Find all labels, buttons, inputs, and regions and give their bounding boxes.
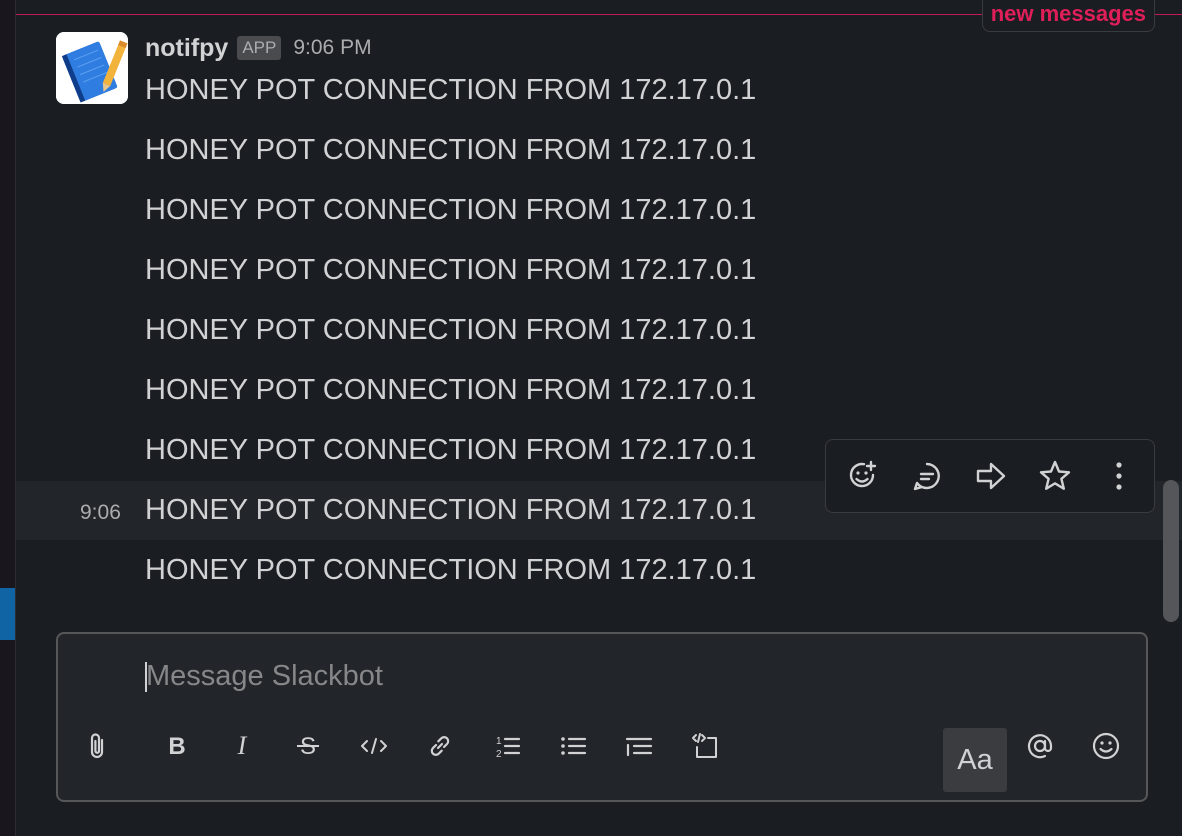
code-icon — [361, 738, 387, 754]
message-line: HONEY POT CONNECTION FROM 172.17.0.1 — [145, 134, 757, 166]
emoji-icon — [1092, 732, 1120, 760]
code-block-icon — [692, 733, 717, 758]
share-message-icon — [976, 462, 1006, 490]
scrollbar-thumb[interactable] — [1163, 480, 1179, 622]
message-line: HONEY POT CONNECTION FROM 172.17.0.1 — [145, 374, 757, 406]
svg-text:B: B — [168, 733, 185, 760]
message-line: HONEY POT CONNECTION FROM 172.17.0.1 — [145, 494, 757, 526]
more-actions-icon — [1116, 462, 1122, 490]
ordered-list-button[interactable]: 1 2 — [487, 726, 527, 766]
app-avatar[interactable] — [56, 32, 128, 104]
bulleted-list-icon — [561, 737, 587, 755]
sender-name[interactable]: notifpy — [145, 34, 228, 63]
bold-button[interactable]: B — [157, 726, 197, 766]
sidebar-edge — [0, 0, 16, 836]
message-line: HONEY POT CONNECTION FROM 172.17.0.1 — [145, 434, 757, 466]
share-message-button[interactable] — [968, 453, 1014, 499]
message-line: HONEY POT CONNECTION FROM 172.17.0.1 — [145, 314, 757, 346]
message-line: HONEY POT CONNECTION FROM 172.17.0.1 — [145, 194, 757, 226]
svg-text:1: 1 — [496, 736, 502, 747]
emoji-button[interactable] — [1086, 726, 1126, 766]
link-icon — [430, 736, 450, 756]
more-actions-button[interactable] — [1096, 453, 1142, 499]
reply-in-thread-button[interactable] — [904, 453, 950, 499]
bold-icon: B — [168, 733, 185, 760]
link-button[interactable] — [420, 726, 460, 766]
code-button[interactable] — [354, 726, 394, 766]
message-line: HONEY POT CONNECTION FROM 172.17.0.1 — [145, 74, 757, 106]
add-reaction-icon — [849, 460, 877, 488]
reply-in-thread-icon — [913, 462, 940, 491]
add-reaction-button[interactable] — [840, 453, 886, 499]
new-messages-label[interactable]: new messages — [981, 0, 1155, 32]
message-line: HONEY POT CONNECTION FROM 172.17.0.1 — [145, 554, 757, 586]
strikethrough-button[interactable]: S — [288, 726, 328, 766]
formatting-toggle-button[interactable]: Aa — [943, 728, 1007, 792]
hover-timestamp[interactable]: 9:06 — [80, 501, 121, 525]
mention-icon — [1027, 734, 1053, 759]
italic-icon: I — [237, 731, 248, 760]
message-line: HONEY POT CONNECTION FROM 172.17.0.1 — [145, 254, 757, 286]
attach-button[interactable] — [78, 726, 118, 766]
save-star-icon — [1039, 460, 1071, 490]
paperclip-icon — [90, 733, 104, 759]
italic-button[interactable]: I — [222, 726, 262, 766]
svg-text:2: 2 — [496, 749, 502, 760]
strikethrough-icon: S — [297, 733, 319, 760]
blockquote-icon — [625, 737, 653, 757]
mention-button[interactable] — [1020, 726, 1060, 766]
notebook-icon — [56, 32, 128, 104]
save-message-button[interactable] — [1032, 453, 1078, 499]
message-header: notifpy APP 9:06 PM — [145, 33, 372, 63]
sidebar-selected-indicator — [0, 588, 15, 640]
code-block-button[interactable] — [685, 726, 725, 766]
app-badge: APP — [237, 36, 282, 60]
message-actions-toolbar — [825, 439, 1155, 513]
blockquote-button[interactable] — [619, 726, 659, 766]
ordered-list-icon: 1 2 — [496, 736, 521, 760]
svg-text:I: I — [237, 731, 248, 760]
message-input[interactable]: Message Slackbot — [146, 660, 383, 693]
bulleted-list-button[interactable] — [553, 726, 593, 766]
message-timestamp[interactable]: 9:06 PM — [293, 36, 371, 60]
message-composer[interactable]: Message Slackbot B I S 1 2 Aa — [56, 632, 1148, 802]
